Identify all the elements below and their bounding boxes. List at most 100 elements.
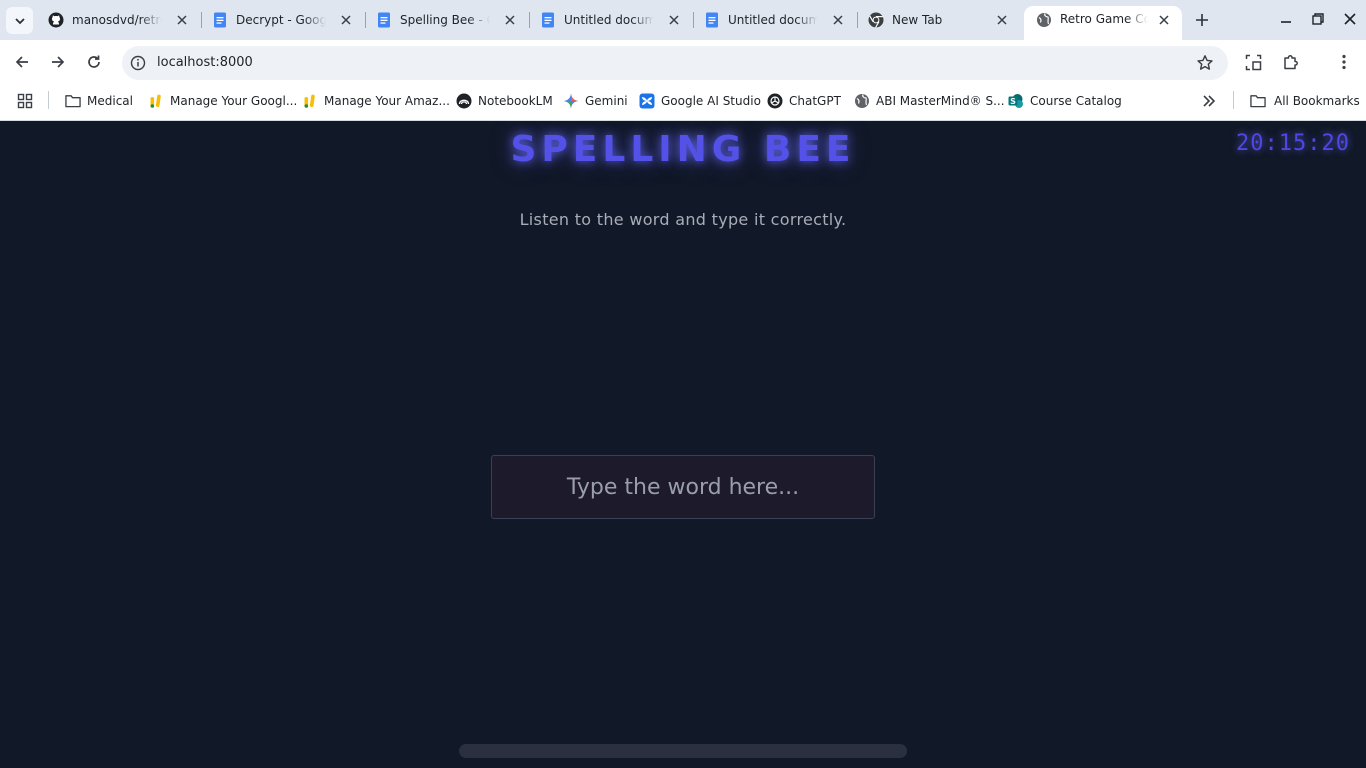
svg-text:S: S bbox=[1010, 97, 1016, 106]
address-bar[interactable]: localhost:8000 bbox=[122, 46, 1228, 80]
close-window-button[interactable] bbox=[1338, 8, 1362, 30]
bookmark-abi-mastermind[interactable]: ABI MasterMind® S... bbox=[854, 91, 1005, 111]
plus-icon bbox=[1196, 14, 1208, 26]
tab-untitled-doc-2[interactable]: Untitled document bbox=[692, 6, 856, 34]
globe-icon bbox=[1036, 12, 1052, 28]
screenshot-button[interactable] bbox=[1243, 52, 1263, 72]
double-chevron-right-icon bbox=[1201, 93, 1217, 109]
bookmarks-bar: Medical Manage Your Googl... Manage Your… bbox=[0, 84, 1366, 121]
forward-button[interactable] bbox=[46, 50, 70, 74]
folder-icon bbox=[65, 93, 81, 109]
restore-button[interactable] bbox=[1306, 8, 1330, 30]
bookmark-google-ai-studio[interactable]: Google AI Studio bbox=[639, 91, 761, 111]
bookmark-chatgpt[interactable]: ChatGPT bbox=[767, 91, 841, 111]
bookmark-medical[interactable]: Medical bbox=[65, 91, 133, 111]
ai-studio-icon bbox=[639, 93, 655, 109]
tab-title: New Tab bbox=[892, 13, 943, 27]
back-arrow-icon bbox=[15, 56, 28, 68]
bookmark-label: ABI MasterMind® S... bbox=[876, 94, 1005, 108]
ads-icon bbox=[148, 93, 164, 109]
tab-title: manosdvd/retroI bbox=[72, 13, 162, 27]
tab-search-button[interactable] bbox=[6, 7, 33, 34]
docs-icon bbox=[704, 12, 720, 28]
horizontal-scrollbar[interactable] bbox=[459, 744, 907, 758]
tab-title: Spelling Bee - Google Docs bbox=[400, 13, 490, 27]
close-icon[interactable] bbox=[338, 12, 354, 28]
bookmark-label: Google AI Studio bbox=[661, 94, 761, 108]
bookmark-google-ads[interactable]: Manage Your Googl... bbox=[148, 91, 297, 111]
apps-button[interactable] bbox=[17, 91, 39, 111]
apps-grid-icon bbox=[17, 93, 33, 109]
spelling-bee-page: SPELLING BEE 20:15:20 Listen to the word… bbox=[0, 121, 1366, 768]
instructions-text: Listen to the word and type it correctly… bbox=[519, 210, 847, 229]
new-tab-button[interactable] bbox=[1192, 10, 1212, 30]
reload-icon bbox=[88, 55, 100, 68]
kebab-menu-icon bbox=[1342, 54, 1346, 70]
all-bookmarks-button[interactable]: All Bookmarks bbox=[1250, 91, 1360, 111]
bookmark-label: NotebookLM bbox=[478, 94, 553, 108]
close-icon bbox=[1344, 13, 1356, 25]
bookmark-notebooklm[interactable]: NotebookLM bbox=[456, 91, 553, 111]
docs-icon bbox=[376, 12, 392, 28]
bookmark-label: Medical bbox=[87, 94, 133, 108]
minimize-icon bbox=[1281, 21, 1291, 23]
bookmarks-separator bbox=[1233, 91, 1234, 109]
site-info-icon[interactable] bbox=[130, 55, 146, 71]
bookmark-label: Manage Your Amaz... bbox=[324, 94, 450, 108]
restore-icon bbox=[1312, 13, 1324, 25]
puzzle-icon bbox=[1284, 55, 1298, 70]
globe-icon bbox=[854, 93, 870, 109]
sharepoint-icon: S bbox=[1008, 93, 1024, 109]
forward-arrow-icon bbox=[52, 56, 65, 68]
browser-toolbar: localhost:8000 bbox=[0, 40, 1366, 84]
bookmark-course-catalog[interactable]: S Course Catalog bbox=[1008, 91, 1122, 111]
close-icon[interactable] bbox=[994, 12, 1010, 28]
tab-title: Retro Game Collection bbox=[1060, 12, 1148, 26]
bookmark-label: Gemini bbox=[585, 94, 628, 108]
docs-icon bbox=[212, 12, 228, 28]
notebooklm-icon bbox=[456, 93, 472, 109]
extensions-button[interactable] bbox=[1281, 52, 1301, 72]
tab-title: Untitled document bbox=[564, 13, 654, 27]
bookmark-star-icon[interactable] bbox=[1196, 54, 1214, 72]
chrome-icon bbox=[868, 12, 884, 28]
tab-spelling-bee-doc[interactable]: Spelling Bee - Google Docs bbox=[364, 6, 528, 34]
bookmark-label: ChatGPT bbox=[789, 94, 841, 108]
bookmark-label: Course Catalog bbox=[1030, 94, 1122, 108]
tab-new-tab[interactable]: New Tab bbox=[856, 6, 1020, 34]
tab-decrypt[interactable]: Decrypt - Google Docs bbox=[200, 6, 364, 34]
close-icon[interactable] bbox=[1156, 12, 1172, 28]
docs-icon bbox=[540, 12, 556, 28]
page-title: SPELLING BEE bbox=[510, 129, 856, 170]
more-bookmarks-button[interactable] bbox=[1201, 91, 1223, 111]
word-input[interactable] bbox=[491, 455, 875, 519]
minimize-button[interactable] bbox=[1274, 8, 1298, 30]
reload-button[interactable] bbox=[82, 50, 106, 74]
tab-strip: manosdvd/retroI Decrypt - Google Docs Sp… bbox=[0, 0, 1366, 40]
tab-untitled-doc-1[interactable]: Untitled document bbox=[528, 6, 692, 34]
bookmarks-separator bbox=[48, 91, 49, 109]
url-text[interactable]: localhost:8000 bbox=[157, 55, 253, 70]
ads-icon bbox=[302, 93, 318, 109]
github-icon bbox=[48, 12, 64, 28]
tab-github[interactable]: manosdvd/retroI bbox=[36, 6, 200, 34]
chatgpt-icon bbox=[767, 93, 783, 109]
tab-retro-game-collection[interactable]: Retro Game Collection bbox=[1024, 6, 1182, 40]
clock-display: 20:15:20 bbox=[1236, 131, 1350, 156]
bookmark-gemini[interactable]: Gemini bbox=[563, 91, 628, 111]
close-icon[interactable] bbox=[174, 12, 190, 28]
screenshot-icon bbox=[1245, 54, 1261, 70]
gemini-icon bbox=[563, 93, 579, 109]
all-bookmarks-label: All Bookmarks bbox=[1274, 94, 1360, 108]
close-icon[interactable] bbox=[502, 12, 518, 28]
back-button[interactable] bbox=[10, 50, 34, 74]
chevron-down-icon bbox=[14, 17, 25, 24]
close-icon[interactable] bbox=[666, 12, 682, 28]
bookmark-label: Manage Your Googl... bbox=[170, 94, 298, 108]
tab-title: Untitled document bbox=[728, 13, 818, 27]
bookmark-amazon-ads[interactable]: Manage Your Amaz... bbox=[302, 91, 450, 111]
menu-button[interactable] bbox=[1334, 52, 1354, 72]
close-icon[interactable] bbox=[830, 12, 846, 28]
folder-icon bbox=[1250, 93, 1266, 109]
tab-title: Decrypt - Google Docs bbox=[236, 13, 326, 27]
